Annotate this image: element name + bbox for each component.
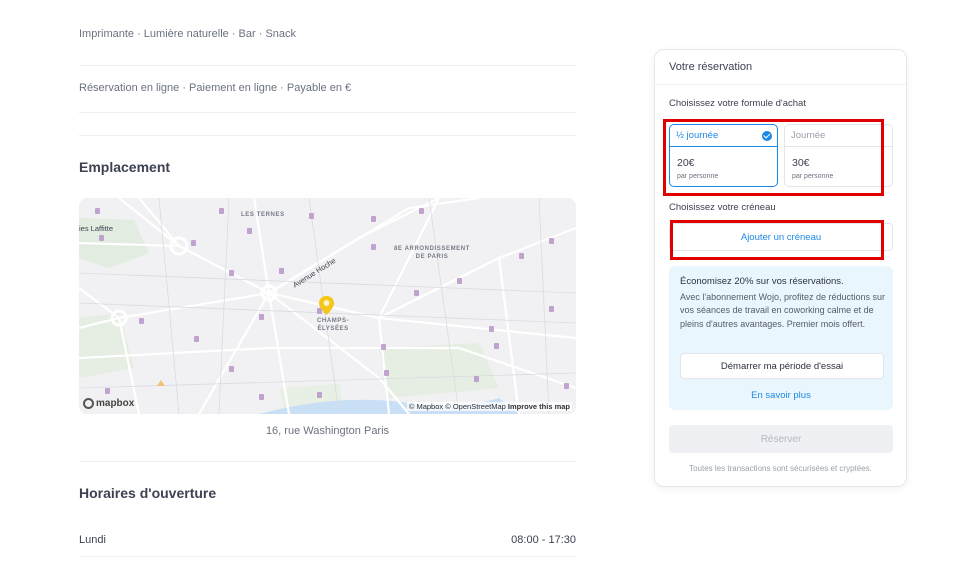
option-full-day[interactable]: Journée 30€ par personne bbox=[784, 124, 893, 187]
divider bbox=[655, 84, 906, 85]
booking-card-title: Votre réservation bbox=[669, 61, 753, 73]
divider bbox=[79, 65, 576, 66]
option-price: 30€ bbox=[792, 157, 810, 169]
map-label-champs-elysees: CHAMPS- ÉLYSÉES bbox=[317, 318, 350, 332]
option-name: Journée bbox=[791, 130, 826, 141]
map-pin-icon[interactable] bbox=[318, 295, 335, 317]
option-name: ½ journée bbox=[676, 130, 719, 141]
divider bbox=[79, 556, 576, 557]
option-price-unit: par personne bbox=[677, 173, 719, 180]
map-label-arrondissement: 8E ARRONDISSEMENT DE PARIS bbox=[394, 246, 470, 260]
mapbox-logo-text: mapbox bbox=[96, 398, 135, 409]
formula-label: Choisissez votre formule d'achat bbox=[669, 98, 806, 109]
attribution-mapbox-link[interactable]: © Mapbox bbox=[409, 402, 443, 411]
amenities-line: Imprimante · Lumière naturelle · Bar · S… bbox=[79, 28, 297, 40]
divider bbox=[79, 461, 576, 462]
attribution-osm-link[interactable]: © OpenStreetMap bbox=[445, 402, 506, 411]
improve-map-link[interactable]: Improve this map bbox=[508, 402, 570, 411]
start-trial-button[interactable]: Démarrer ma période d'essai bbox=[680, 353, 884, 379]
reserve-button[interactable]: Réserver bbox=[669, 425, 893, 453]
booking-card: Votre réservation Choisissez votre formu… bbox=[654, 49, 907, 487]
option-price-unit: par personne bbox=[792, 173, 834, 180]
hours-row: Lundi 08:00 - 17:30 bbox=[79, 534, 576, 546]
option-header: ½ journée bbox=[670, 125, 777, 147]
map-label-les-ternes: LES TERNES bbox=[241, 212, 285, 218]
hours-time: 08:00 - 17:30 bbox=[511, 534, 576, 546]
add-slot-button[interactable]: Ajouter un créneau bbox=[669, 223, 893, 251]
divider bbox=[79, 135, 576, 136]
location-title: Emplacement bbox=[79, 159, 171, 175]
subscription-promo: Économisez 20% sur vos réservations. Ave… bbox=[669, 266, 893, 410]
learn-more-link[interactable]: En savoir plus bbox=[669, 390, 893, 401]
promo-body: Avec l'abonnement Wojo, profitez de rédu… bbox=[680, 292, 886, 329]
divider bbox=[79, 112, 576, 113]
booking-features-line: Réservation en ligne · Paiement en ligne… bbox=[79, 82, 352, 94]
check-circle-icon bbox=[762, 130, 772, 141]
hours-day: Lundi bbox=[79, 534, 106, 546]
mapbox-logo-icon bbox=[83, 398, 94, 409]
mapbox-logo[interactable]: mapbox bbox=[83, 398, 134, 409]
secure-transactions-note: Toutes les transactions sont sécurisées … bbox=[689, 464, 872, 473]
opening-hours-title: Horaires d'ouverture bbox=[79, 485, 217, 501]
option-half-day[interactable]: ½ journée 20€ par personne bbox=[669, 124, 778, 187]
location-map[interactable]: LES TERNES 8E ARRONDISSEMENT DE PARIS CH… bbox=[79, 198, 576, 414]
map-attribution: © Mapbox © OpenStreetMap Improve this ma… bbox=[406, 402, 572, 411]
slot-label: Choisissez votre créneau bbox=[669, 202, 776, 213]
map-label-laffitte: ies Laffitte bbox=[79, 224, 114, 233]
address: 16, rue Washington Paris bbox=[265, 425, 390, 437]
promo-title: Économisez 20% sur vos réservations. bbox=[680, 276, 844, 287]
option-header: Journée bbox=[785, 125, 892, 147]
option-price: 20€ bbox=[677, 157, 695, 169]
